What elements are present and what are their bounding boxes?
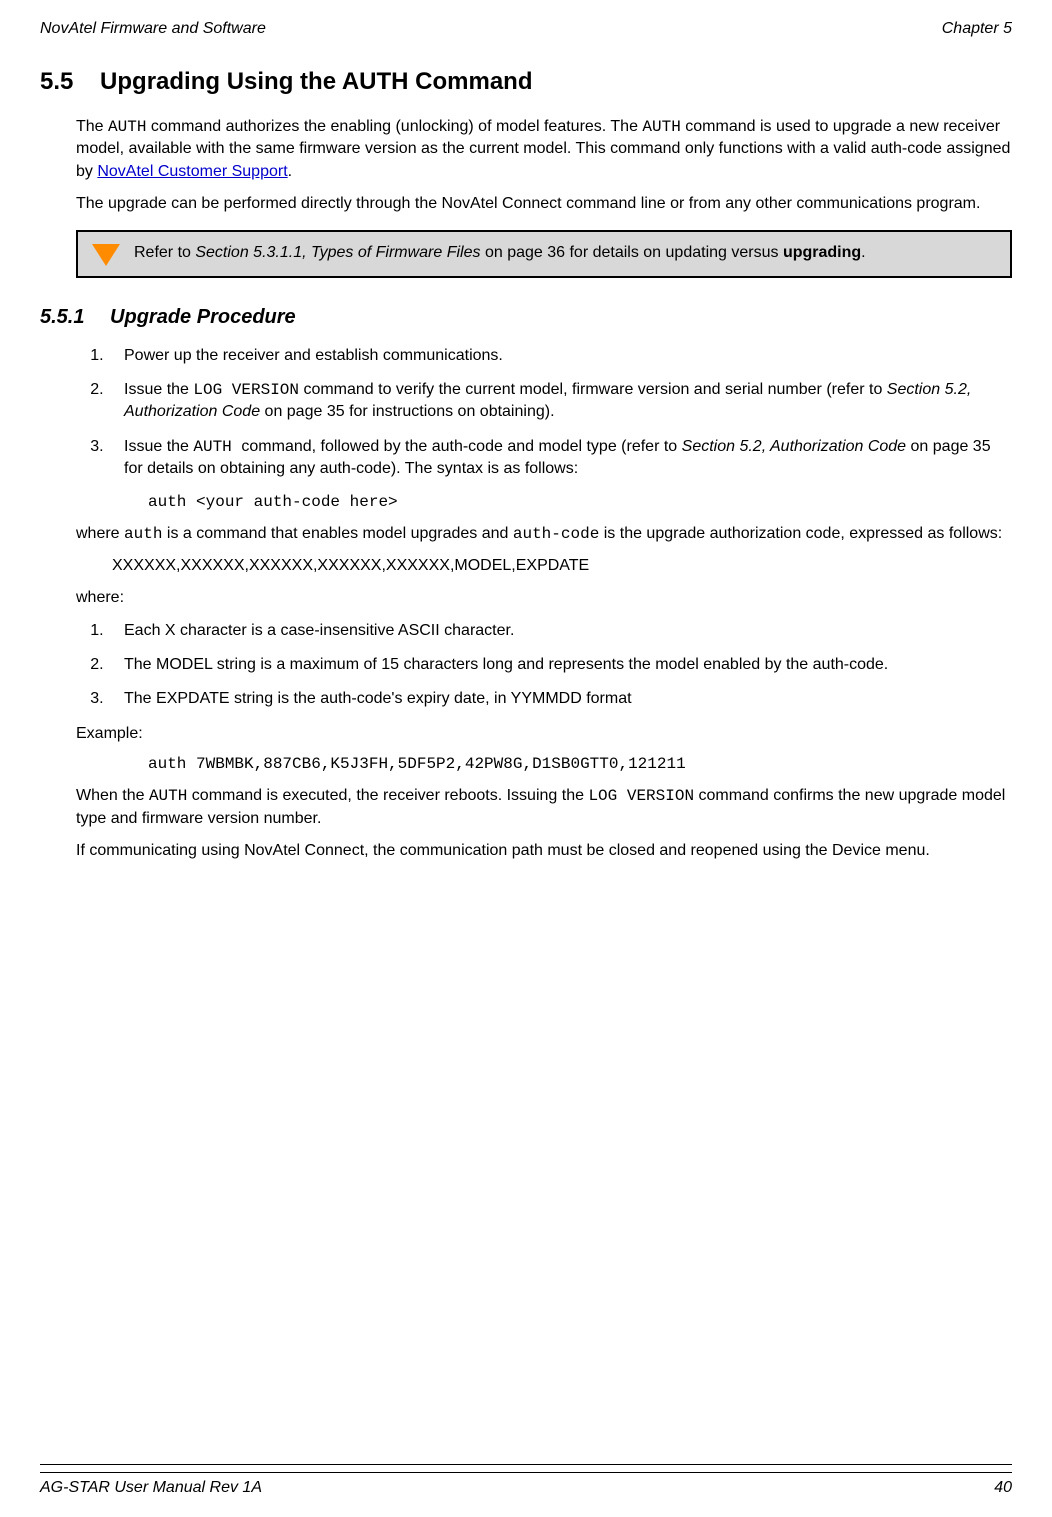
auth-cmd: AUTH bbox=[642, 118, 680, 136]
example-label: Example: bbox=[76, 723, 1012, 745]
list-item: Issue the LOG VERSION command to verify … bbox=[108, 379, 1012, 424]
auth-cmd: AUTH bbox=[193, 438, 241, 456]
section-title: Upgrading Using the AUTH Command bbox=[100, 68, 532, 95]
auth-cmd: AUTH bbox=[149, 787, 187, 805]
note-box: Refer to Section 5.3.1.1, Types of Firmw… bbox=[76, 230, 1012, 278]
list-item: Power up the receiver and establish comm… bbox=[108, 345, 1012, 367]
header-right: Chapter 5 bbox=[942, 20, 1012, 38]
header-left: NovAtel Firmware and Software bbox=[40, 20, 266, 38]
subsection-title: Upgrade Procedure bbox=[110, 306, 296, 328]
footer-right: 40 bbox=[994, 1479, 1012, 1497]
page-footer: AG-STAR User Manual Rev 1A 40 bbox=[40, 1472, 1012, 1497]
intro-paragraph-1: The AUTH command authorizes the enabling… bbox=[76, 116, 1012, 183]
log-version-cmd: LOG VERSION bbox=[588, 787, 694, 805]
page-header: NovAtel Firmware and Software Chapter 5 bbox=[40, 20, 1012, 38]
auth-format: XXXXXX,XXXXXX,XXXXXX,XXXXXX,XXXXXX,MODEL… bbox=[112, 555, 1012, 577]
code-syntax: auth <your auth-code here> bbox=[148, 493, 1012, 511]
auth-cmd: AUTH bbox=[108, 118, 146, 136]
subsection-heading: 5.5.1 Upgrade Procedure bbox=[40, 306, 1012, 329]
code-example: auth 7WBMBK,887CB6,K5J3FH,5DF5P2,42PW8G,… bbox=[148, 755, 1012, 773]
list-item: The MODEL string is a maximum of 15 char… bbox=[108, 654, 1012, 676]
procedure-list-1: Power up the receiver and establish comm… bbox=[108, 345, 1012, 481]
section-number: 5.5 bbox=[40, 68, 73, 96]
log-version-cmd: LOG VERSION bbox=[193, 381, 299, 399]
footer-rule bbox=[40, 1464, 1012, 1465]
list-item: Issue the AUTH command, followed by the … bbox=[108, 436, 1012, 481]
where-label: where: bbox=[76, 587, 1012, 609]
note-text: Refer to Section 5.3.1.1, Types of Firmw… bbox=[134, 242, 866, 264]
where-intro: where auth is a command that enables mod… bbox=[76, 523, 1012, 545]
closing-paragraph-2: If communicating using NovAtel Connect, … bbox=[76, 840, 1012, 862]
support-link[interactable]: NovAtel Customer Support bbox=[97, 163, 287, 180]
warning-icon bbox=[92, 244, 120, 266]
list-item: The EXPDATE string is the auth-code's ex… bbox=[108, 688, 1012, 710]
list-item: Each X character is a case-insensitive A… bbox=[108, 620, 1012, 642]
intro-paragraph-2: The upgrade can be performed directly th… bbox=[76, 193, 1012, 215]
procedure-list-2: Each X character is a case-insensitive A… bbox=[108, 620, 1012, 711]
closing-paragraph-1: When the AUTH command is executed, the r… bbox=[76, 785, 1012, 830]
section-heading: 5.5 Upgrading Using the AUTH Command bbox=[40, 68, 1012, 96]
subsection-number: 5.5.1 bbox=[40, 306, 84, 329]
footer-left: AG-STAR User Manual Rev 1A bbox=[40, 1479, 262, 1497]
